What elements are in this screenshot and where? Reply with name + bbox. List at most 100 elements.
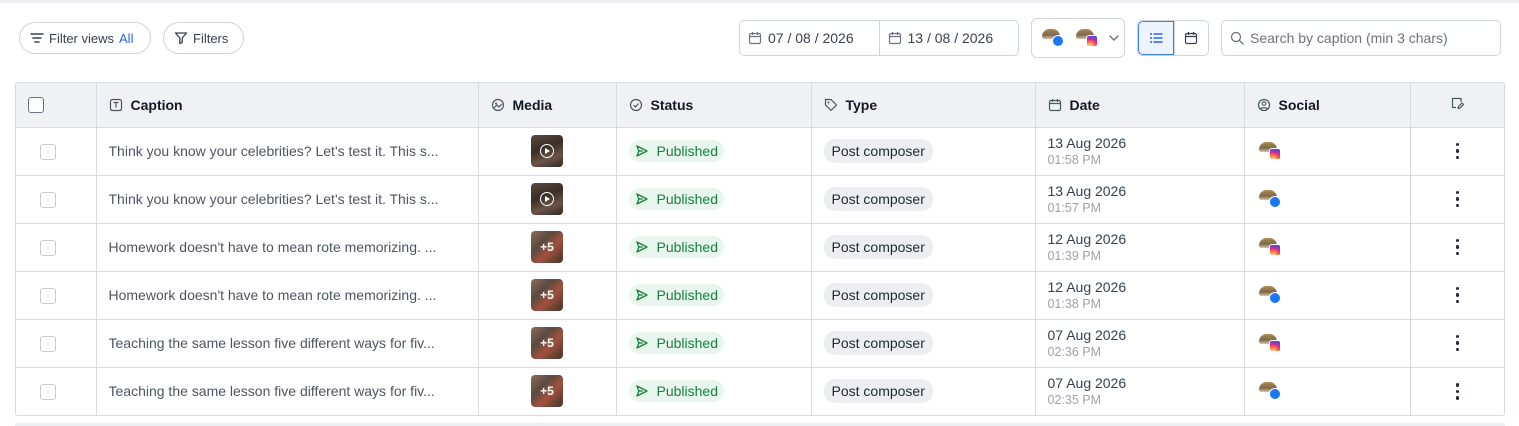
more-options-icon[interactable] <box>1452 334 1462 352</box>
type-cell: Post composer <box>811 367 1036 415</box>
caption-text: Homework doesn't have to mean rote memor… <box>108 287 437 303</box>
media-cell: +5 <box>478 367 617 415</box>
status-label: Published <box>656 335 719 351</box>
media-thumbnail[interactable]: +5 <box>531 279 563 311</box>
social-cell <box>1244 175 1411 224</box>
type-badge: Post composer <box>823 235 933 259</box>
row-checkbox[interactable] <box>40 191 56 208</box>
media-thumbnail[interactable]: +5 <box>531 231 563 263</box>
table-row[interactable]: Think you know your celebrities? Let's t… <box>16 175 1504 224</box>
status-badge: Published <box>628 284 724 306</box>
status-cell: Published <box>616 271 812 320</box>
caption-text: Teaching the same lesson five different … <box>108 335 435 351</box>
post-date: 13 Aug 2026 <box>1047 182 1127 199</box>
media-thumbnail[interactable] <box>531 135 563 167</box>
date-to-field[interactable]: 13 / 08 / 2026 <box>878 21 1019 55</box>
post-date: 07 Aug 2026 <box>1047 326 1127 343</box>
calendar-view-button[interactable] <box>1173 21 1209 55</box>
type-cell: Post composer <box>811 127 1036 176</box>
social-cell <box>1244 271 1411 320</box>
media-thumbnail[interactable]: +5 <box>531 375 563 408</box>
caption-text: Think you know your celebrities? Let's t… <box>108 143 439 159</box>
post-time: 02:36 PM <box>1047 344 1102 359</box>
type-cell: Post composer <box>811 175 1036 224</box>
row-select-cell <box>16 127 97 176</box>
status-label: Published <box>656 143 719 159</box>
more-options-icon[interactable] <box>1452 190 1462 208</box>
row-checkbox[interactable] <box>40 383 56 400</box>
send-icon <box>635 336 649 350</box>
table-row[interactable]: Homework doesn't have to mean rote memor… <box>16 271 1504 320</box>
media-cell: +5 <box>478 223 617 272</box>
calendar-icon <box>748 31 762 45</box>
date-cell: 07 Aug 2026 02:35 PM <box>1035 367 1245 415</box>
post-time: 01:57 PM <box>1047 200 1102 215</box>
type-badge: Post composer <box>823 139 933 163</box>
caption-cell[interactable]: Homework doesn't have to mean rote memor… <box>96 223 479 272</box>
edit-columns-icon[interactable] <box>1450 96 1465 110</box>
actions-cell <box>1410 271 1504 320</box>
filters-button[interactable]: Filters <box>163 22 244 54</box>
search-input[interactable] <box>1250 30 1490 46</box>
media-cell <box>478 127 617 176</box>
caption-cell[interactable]: Think you know your celebrities? Let's t… <box>96 175 479 224</box>
select-all-checkbox[interactable] <box>28 97 44 114</box>
instagram-icon <box>1086 35 1098 47</box>
column-media[interactable]: Media <box>478 83 617 128</box>
actions-cell <box>1410 127 1504 176</box>
column-caption[interactable]: Caption <box>96 83 479 128</box>
row-select-cell <box>16 271 97 320</box>
column-status[interactable]: Status <box>616 83 812 128</box>
send-icon <box>635 192 649 206</box>
date-from-field[interactable]: 07 / 08 / 2026 <box>740 21 879 55</box>
media-thumbnail[interactable] <box>531 183 563 215</box>
post-time: 01:38 PM <box>1047 296 1102 311</box>
column-type[interactable]: Type <box>811 83 1036 128</box>
list-view-button[interactable] <box>1138 21 1174 55</box>
media-count: +5 <box>540 384 554 399</box>
more-options-icon[interactable] <box>1452 286 1462 304</box>
social-account <box>1258 138 1285 164</box>
post-time: 01:58 PM <box>1047 152 1102 167</box>
row-checkbox[interactable] <box>40 335 56 352</box>
media-thumbnail[interactable]: +5 <box>531 327 563 359</box>
check-circle-icon <box>629 98 643 112</box>
play-icon <box>540 192 554 206</box>
column-media-label: Media <box>512 96 553 113</box>
social-account <box>1258 378 1285 404</box>
image-icon <box>491 98 505 112</box>
column-type-label: Type <box>845 96 878 113</box>
more-options-icon[interactable] <box>1452 383 1462 400</box>
more-options-icon[interactable] <box>1452 238 1462 256</box>
caption-cell[interactable]: Teaching the same lesson five different … <box>96 319 479 368</box>
type-badge: Post composer <box>823 379 933 404</box>
more-options-icon[interactable] <box>1452 142 1462 160</box>
posts-table: Caption Media Status Type Date Social Th… <box>15 82 1505 416</box>
table-row[interactable]: Teaching the same lesson five different … <box>16 367 1504 415</box>
column-date[interactable]: Date <box>1035 83 1245 128</box>
table-row[interactable]: Homework doesn't have to mean rote memor… <box>16 223 1504 272</box>
column-date-label: Date <box>1069 96 1100 113</box>
row-select-cell <box>16 175 97 224</box>
row-select-cell <box>16 367 97 415</box>
post-date: 12 Aug 2026 <box>1047 278 1127 295</box>
status-badge: Published <box>628 140 724 162</box>
caption-cell[interactable]: Think you know your celebrities? Let's t… <box>96 127 479 176</box>
type-badge: Post composer <box>823 283 933 307</box>
table-row[interactable]: Think you know your celebrities? Let's t… <box>16 127 1504 176</box>
table-row[interactable]: Teaching the same lesson five different … <box>16 319 1504 368</box>
filter-views-button[interactable]: Filter views All <box>19 22 151 54</box>
caption-text: Homework doesn't have to mean rote memor… <box>108 239 437 255</box>
date-to-value: 13 / 08 / 2026 <box>907 30 994 46</box>
row-checkbox[interactable] <box>40 239 56 256</box>
row-checkbox[interactable] <box>40 143 56 160</box>
caption-cell[interactable]: Homework doesn't have to mean rote memor… <box>96 271 479 320</box>
filter-views-value: All <box>119 30 134 46</box>
column-social[interactable]: Social <box>1244 83 1411 128</box>
row-checkbox[interactable] <box>40 287 56 304</box>
calendar-icon <box>1048 98 1062 112</box>
filter-views-label: Filter views <box>49 30 115 46</box>
caption-cell[interactable]: Teaching the same lesson five different … <box>96 367 479 415</box>
type-badge: Post composer <box>823 187 933 211</box>
account-selector[interactable] <box>1031 18 1125 58</box>
